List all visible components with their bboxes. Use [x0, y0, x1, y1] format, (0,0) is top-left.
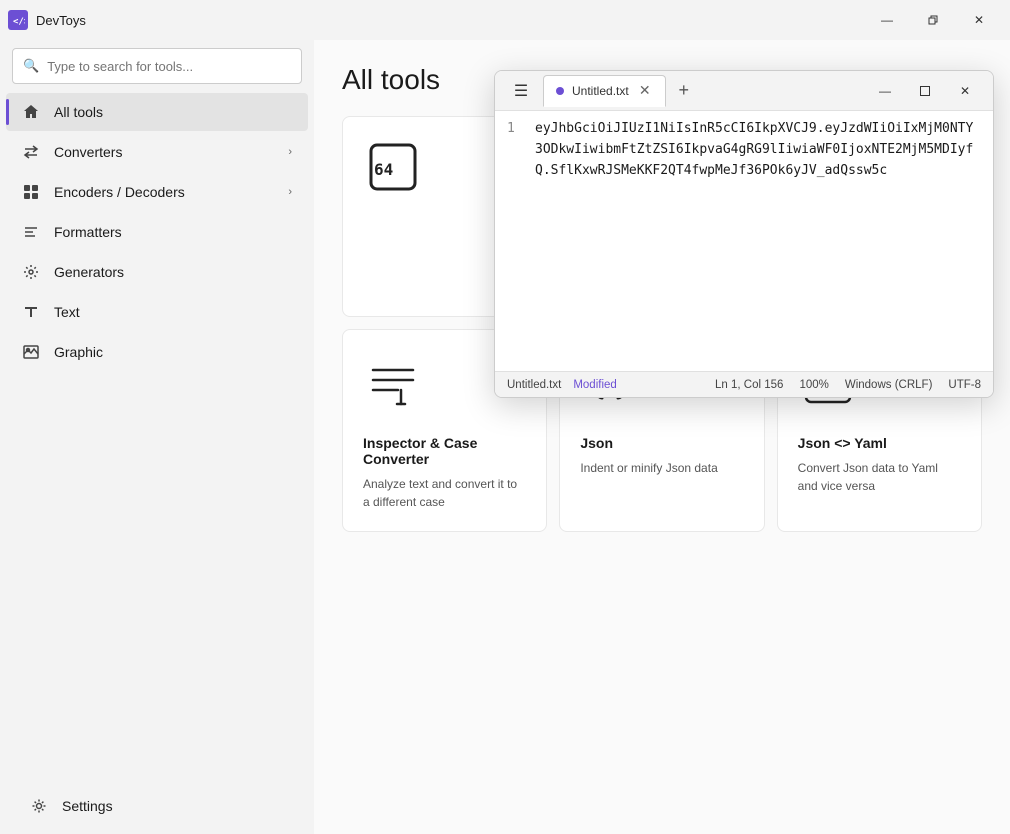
close-button[interactable]: ✕	[956, 4, 1002, 36]
tool-name: Inspector & Case Converter	[363, 435, 526, 467]
notepad-tab-filename: Untitled.txt	[572, 84, 629, 98]
notepad-add-tab-button[interactable]: +	[668, 75, 700, 107]
sidebar-item-formatters[interactable]: Formatters	[6, 213, 308, 251]
sidebar-item-graphic[interactable]: Graphic	[6, 333, 308, 371]
statusbar-line-ending: Windows (CRLF)	[845, 379, 933, 391]
notepad-minimize-button[interactable]: —	[865, 75, 905, 107]
app-icon: </>	[8, 10, 28, 30]
content-area: All tools 64	[314, 40, 1010, 834]
svg-text:64: 64	[374, 160, 393, 179]
sidebar-item-label: Formatters	[54, 224, 292, 240]
notepad-maximize-button[interactable]	[905, 75, 945, 107]
title-bar-left: </> DevToys	[8, 10, 86, 30]
tool-desc: Indent or minify Json data	[580, 459, 743, 477]
sidebar-item-all-tools[interactable]: All tools	[6, 93, 308, 131]
restore-button[interactable]	[910, 4, 956, 36]
statusbar-zoom: 100%	[799, 379, 828, 391]
tool-desc: Convert Json data to Yaml and vice versa	[798, 459, 961, 495]
text-icon	[22, 303, 40, 321]
sidebar-item-encoders[interactable]: Encoders / Decoders ›	[6, 173, 308, 211]
app-title: DevToys	[36, 13, 86, 28]
sidebar-footer: Settings	[0, 778, 314, 834]
search-icon: 🔍	[23, 58, 39, 74]
sidebar-item-converters[interactable]: Converters ›	[6, 133, 308, 171]
svg-text:</>: </>	[13, 17, 25, 27]
encoders-icon	[22, 183, 40, 201]
sidebar-item-settings[interactable]: Settings	[14, 787, 300, 825]
notepad-tab[interactable]: Untitled.txt ✕	[543, 75, 666, 107]
chevron-down-icon: ›	[288, 186, 292, 198]
notepad-close-button[interactable]: ✕	[945, 75, 985, 107]
home-icon	[22, 103, 40, 121]
graphic-icon	[22, 343, 40, 361]
tool-name: Json <> Yaml	[798, 435, 961, 451]
statusbar-filename: Untitled.txt	[507, 379, 561, 391]
title-bar: </> DevToys — ✕	[0, 0, 1010, 40]
notepad-menu-button[interactable]: ☰	[503, 75, 539, 107]
sidebar-item-label: Generators	[54, 264, 292, 280]
notepad-statusbar: Untitled.txt Modified Ln 1, Col 156 100%…	[495, 371, 993, 397]
modified-indicator	[556, 87, 564, 95]
notepad-tab-close-button[interactable]: ✕	[637, 83, 653, 99]
window-controls: — ✕	[864, 4, 1002, 36]
sidebar-item-label: Graphic	[54, 344, 292, 360]
formatters-icon	[22, 223, 40, 241]
settings-label: Settings	[62, 798, 284, 814]
search-box[interactable]: 🔍	[12, 48, 302, 84]
chevron-down-icon: ›	[288, 146, 292, 158]
statusbar-encoding: UTF-8	[948, 379, 981, 391]
notepad-editor[interactable]: 1 eyJhbGciOiJIUzI1NiIsInR5cCI6IkpXVCJ9.e…	[495, 111, 993, 371]
statusbar-modified: Modified	[573, 379, 616, 391]
line-number: 1	[507, 119, 523, 363]
tool-name: Json	[580, 435, 743, 451]
converters-icon	[22, 143, 40, 161]
statusbar-position: Ln 1, Col 156	[715, 379, 783, 391]
tool-desc: Analyze text and convert it to a differe…	[363, 475, 526, 511]
generators-icon	[22, 263, 40, 281]
notepad-window: ☰ Untitled.txt ✕ + — ✕	[494, 70, 994, 398]
notepad-titlebar: ☰ Untitled.txt ✕ + — ✕	[495, 71, 993, 111]
sidebar-item-label: Encoders / Decoders	[54, 184, 274, 200]
sidebar-item-label: Converters	[54, 144, 274, 160]
sidebar-item-label: All tools	[54, 104, 292, 120]
search-input[interactable]	[47, 59, 291, 74]
sidebar-item-text[interactable]: Text	[6, 293, 308, 331]
minimize-button[interactable]: —	[864, 4, 910, 36]
sidebar-item-label: Text	[54, 304, 292, 320]
main-layout: 🔍 All tools Converters ›	[0, 40, 1010, 834]
sidebar-item-generators[interactable]: Generators	[6, 253, 308, 291]
notepad-win-controls: — ✕	[865, 75, 985, 107]
settings-icon	[30, 797, 48, 815]
sidebar: 🔍 All tools Converters ›	[0, 40, 314, 834]
notepad-content[interactable]: eyJhbGciOiJIUzI1NiIsInR5cCI6IkpXVCJ9.eyJ…	[535, 119, 981, 363]
statusbar-items: Ln 1, Col 156 100% Windows (CRLF) UTF-8	[715, 379, 981, 391]
